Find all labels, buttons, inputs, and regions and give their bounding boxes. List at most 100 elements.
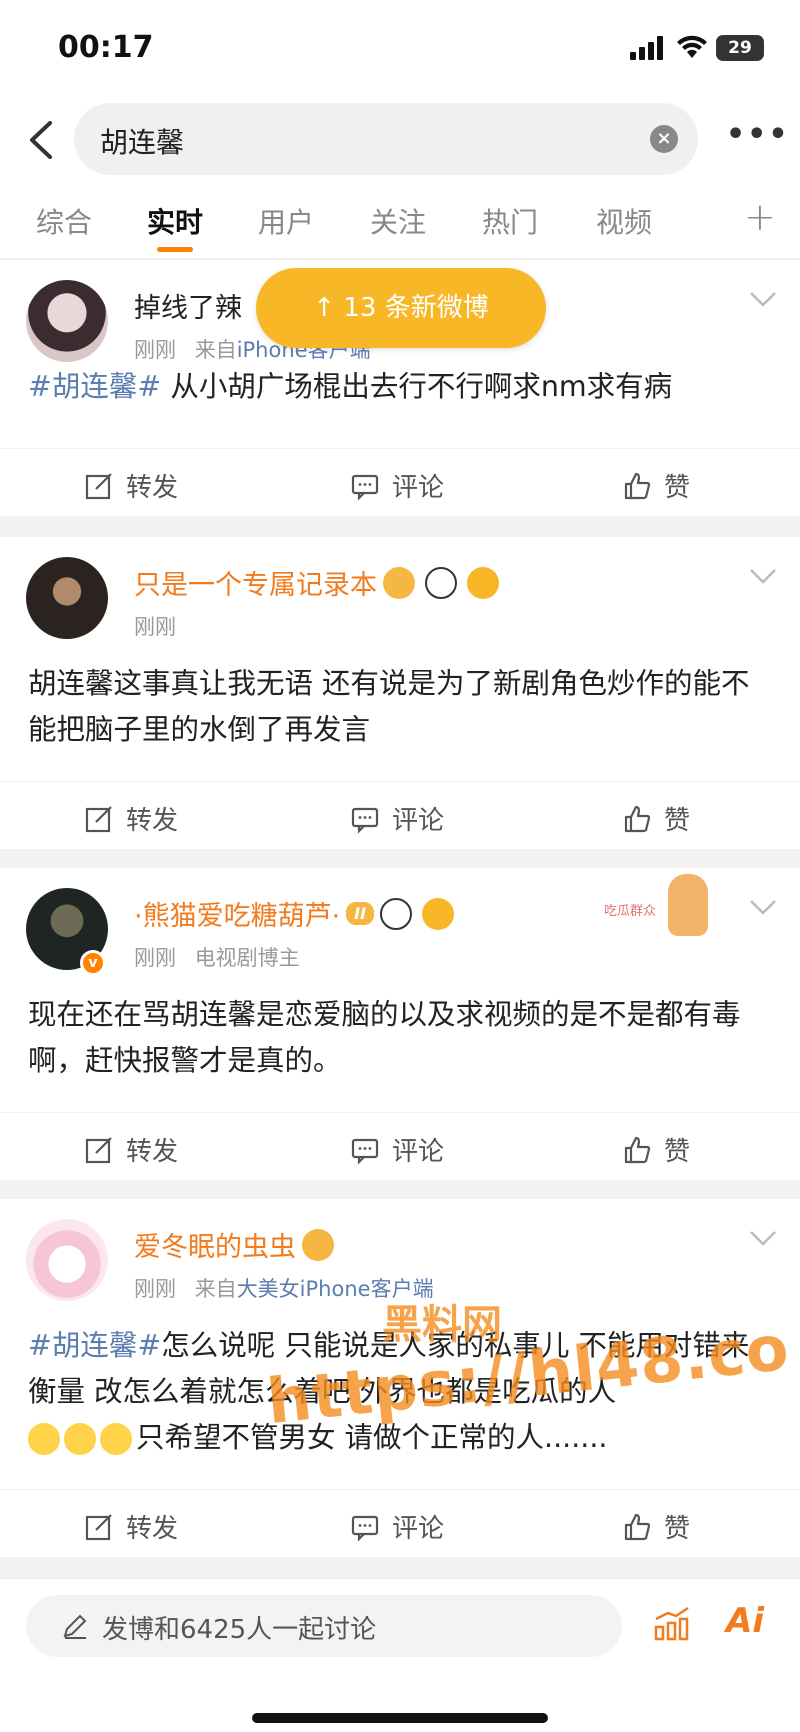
post-content: 现在还在骂胡连馨是恋爱脑的以及求视频的是不是都有毒啊，赶快报警才是真的。: [28, 998, 741, 1077]
avatar[interactable]: [26, 280, 108, 362]
tab-users[interactable]: 用户: [258, 201, 314, 241]
like-button[interactable]: 赞: [622, 467, 690, 504]
shiba-dog-icon: [668, 874, 708, 936]
thumbs-up-icon: [624, 472, 651, 499]
greedy-face-emoji-icon: [28, 1423, 60, 1455]
comment-button[interactable]: 评论: [350, 1508, 444, 1545]
post-time: 刚刚: [134, 615, 176, 639]
comment-button[interactable]: 评论: [350, 800, 444, 837]
level-badge: II: [346, 902, 375, 925]
like-label: 赞: [664, 1137, 691, 1167]
compose-placeholder: 发博和6425人一起讨论: [102, 1615, 377, 1645]
fish-badge-icon: [467, 566, 499, 599]
post-card[interactable]: 只是一个专属记录本 刚刚 胡连馨这事真让我无语 还有说是为了新剧角色炒作的能不能…: [0, 537, 800, 849]
post-username-row: 爱冬眠的虫虫: [134, 1225, 338, 1264]
post-actions: 转发 评论 赞: [0, 1112, 800, 1180]
comment-icon: [351, 474, 379, 501]
post-actions: 转发 评论 赞: [0, 448, 800, 516]
panda-badge-icon: [425, 566, 457, 599]
verified-badge-icon: v: [80, 950, 106, 976]
post-username[interactable]: 爱冬眠的虫虫: [134, 1225, 296, 1264]
crown-badge-icon: [383, 566, 415, 599]
chevron-down-icon[interactable]: [748, 567, 778, 585]
compose-input[interactable]: 发博和6425人一起讨论: [26, 1595, 622, 1657]
comment-button[interactable]: 评论: [350, 1131, 444, 1168]
status-bar: 00:17 29: [0, 0, 800, 95]
fish-badge-icon: [422, 897, 455, 930]
tab-all[interactable]: 综合: [36, 201, 92, 241]
thumbs-up-icon: [624, 1136, 651, 1163]
repost-button[interactable]: 转发: [84, 800, 178, 837]
repost-button[interactable]: 转发: [84, 467, 178, 504]
home-indicator: [252, 1713, 548, 1723]
crown-badge-icon: [302, 1228, 334, 1261]
thumbs-up-icon: [624, 1513, 651, 1540]
post-text: 从小胡广场棍出去行不行啊求nm求有病: [161, 370, 673, 403]
post-username[interactable]: 掉线了辣: [134, 286, 242, 325]
post-content: 胡连馨这事真让我无语 还有说是为了新剧角色炒作的能不能把脑子里的水倒了再发言: [28, 667, 750, 746]
panda-badge-icon: [380, 897, 413, 930]
comment-label: 评论: [392, 1514, 445, 1544]
like-button[interactable]: 赞: [622, 800, 690, 837]
active-tab-indicator: [157, 247, 193, 252]
like-label: 赞: [664, 473, 691, 503]
post-source: 电视剧博主: [194, 946, 300, 970]
tab-following[interactable]: 关注: [370, 201, 426, 241]
avatar[interactable]: [26, 557, 108, 639]
search-input[interactable]: 胡连馨 ×: [74, 103, 698, 175]
search-header: 胡连馨 × •••: [0, 95, 800, 187]
watermark-cn: 黑料网: [382, 1302, 502, 1348]
bottom-bar: 发博和6425人一起讨论 Ai: [0, 1578, 800, 1732]
tab-realtime[interactable]: 实时: [147, 201, 203, 241]
post-card[interactable]: v ·熊猫爱吃糖葫芦· II 吃瓜群众 刚刚 电视剧博主 现在还在骂胡连馨是恋爱…: [0, 868, 800, 1180]
post-time: 刚刚: [134, 946, 176, 970]
post-actions: 转发 评论 赞: [0, 781, 800, 849]
chevron-down-icon[interactable]: [748, 290, 778, 308]
repost-label: 转发: [126, 473, 179, 503]
post-meta: 刚刚: [134, 611, 176, 641]
comment-icon: [351, 1138, 379, 1165]
new-posts-button[interactable]: ↑ 13 条新微博: [256, 268, 546, 348]
like-button[interactable]: 赞: [622, 1131, 690, 1168]
comment-label: 评论: [392, 1137, 445, 1167]
post-username[interactable]: 只是一个专属记录本: [134, 563, 377, 602]
post-username[interactable]: ·熊猫爱吃糖葫芦·: [134, 894, 340, 933]
repost-icon: [85, 1136, 112, 1163]
topic-tag[interactable]: #胡连馨#: [28, 370, 161, 403]
repost-icon: [85, 805, 112, 832]
like-label: 赞: [664, 1514, 691, 1544]
post-username-row: ·熊猫爱吃糖葫芦· II: [134, 894, 458, 933]
repost-label: 转发: [126, 1514, 179, 1544]
comment-button[interactable]: 评论: [350, 467, 444, 504]
like-label: 赞: [664, 806, 691, 836]
post-username-row: 只是一个专属记录本: [134, 563, 503, 602]
avatar[interactable]: [26, 1219, 108, 1301]
chevron-down-icon[interactable]: [748, 898, 778, 916]
comment-icon: [351, 1515, 379, 1542]
repost-label: 转发: [126, 1137, 179, 1167]
trend-chart-icon[interactable]: [652, 1605, 692, 1641]
more-options-icon[interactable]: •••: [726, 117, 788, 157]
tab-video[interactable]: 视频: [596, 201, 652, 241]
post-source-prefix: 来自: [194, 338, 237, 362]
battery-icon: 29: [716, 35, 764, 61]
tab-hot[interactable]: 热门: [482, 201, 538, 241]
post-actions: 转发 评论 赞: [0, 1489, 800, 1557]
repost-icon: [85, 1513, 112, 1540]
comment-icon: [351, 807, 379, 834]
post-meta: 刚刚 电视剧博主: [134, 942, 300, 972]
chevron-down-icon[interactable]: [748, 1229, 778, 1247]
greedy-face-emoji-icon: [100, 1423, 132, 1455]
add-tab-icon[interactable]: +: [744, 195, 776, 239]
sticker-text: 吃瓜群众: [604, 904, 657, 919]
comment-label: 评论: [392, 473, 445, 503]
ai-assistant-button[interactable]: Ai: [726, 1601, 764, 1641]
topic-tag[interactable]: #胡连馨#: [28, 1329, 161, 1362]
like-button[interactable]: 赞: [622, 1508, 690, 1545]
clear-icon[interactable]: ×: [650, 125, 678, 153]
repost-button[interactable]: 转发: [84, 1508, 178, 1545]
repost-icon: [85, 472, 112, 499]
melon-eater-sticker: 吃瓜群众: [604, 874, 714, 942]
repost-button[interactable]: 转发: [84, 1131, 178, 1168]
back-chevron-icon[interactable]: [22, 115, 62, 165]
